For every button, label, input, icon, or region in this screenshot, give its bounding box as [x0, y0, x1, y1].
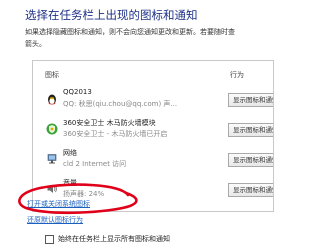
row-name: 网络: [63, 149, 77, 157]
action-select-qq[interactable]: 显示图标和通知: [228, 93, 273, 107]
row-name: QQ2013: [63, 88, 92, 96]
row-detail: cld 2 Internet 访问: [63, 160, 127, 168]
qq-penguin-icon: [48, 94, 56, 105]
row-name: 360安全卫士 木马防火墙模块: [63, 119, 156, 127]
system-icons-link[interactable]: 打开或关闭系统图标: [27, 199, 90, 209]
restore-default-link[interactable]: 还原默认图标行为: [27, 215, 83, 225]
row-detail: 360安全卫士 - 木马防火墙已开启: [63, 130, 168, 138]
show-all-icons-checkbox[interactable]: [45, 235, 54, 244]
360-shield-icon: [46, 123, 58, 135]
action-select-360[interactable]: 显示图标和通知: [228, 123, 273, 137]
volume-icon: [47, 185, 57, 193]
row-detail: 扬声器: 24%: [63, 190, 105, 198]
description-line-1: 如果选择隐藏图标和通知，则不会向您通知更改和更新。若要随时查: [25, 28, 235, 36]
column-header-icon: 图标: [45, 71, 59, 79]
description: 如果选择隐藏图标和通知，则不会向您通知更改和更新。若要随时查 箭头。: [25, 26, 265, 50]
description-line-2: 箭头。: [25, 40, 46, 48]
column-header-action: 行为: [230, 71, 244, 79]
table-row-360: 360安全卫士 木马防火墙模块 360安全卫士 - 木马防火墙已开启 显示图标和…: [33, 117, 273, 147]
table-row-network: 网络 cld 2 Internet 访问 显示图标和通知: [33, 147, 273, 177]
row-name: 音量: [63, 179, 77, 187]
row-detail: QQ: 秋思(qiu.chou@qq.com) 声...: [63, 100, 178, 108]
table-row-qq: QQ2013 QQ: 秋思(qiu.chou@qq.com) 声... 显示图标…: [33, 87, 273, 117]
action-select-network[interactable]: 显示图标和通知: [228, 153, 273, 167]
show-all-icons-label: 始终在任务栏上显示所有图标和通知: [58, 235, 170, 243]
network-icon: [47, 154, 57, 164]
page-title: 选择在任务栏上出现的图标和通知: [25, 8, 198, 22]
notification-icons-table: 图标 行为 QQ2013 QQ: 秋思(qiu.chou@qq.com) 声..…: [32, 60, 274, 212]
action-select-volume[interactable]: 显示图标和通知: [228, 183, 273, 197]
